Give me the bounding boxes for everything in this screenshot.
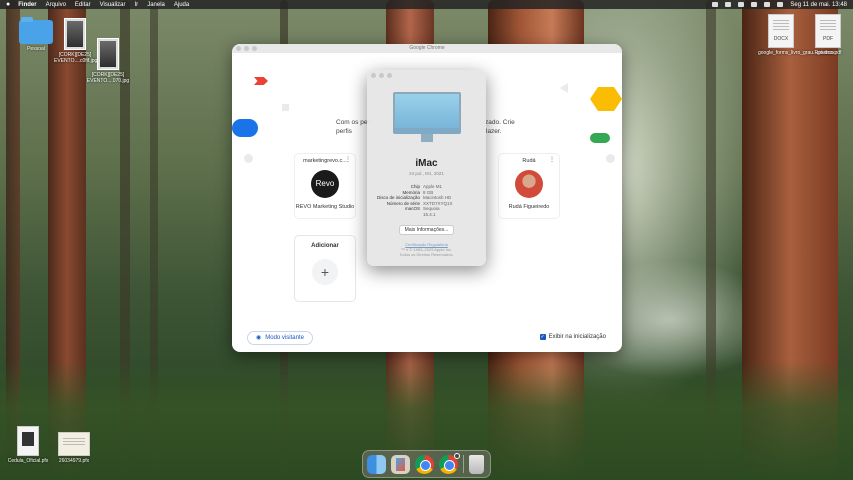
legal-info: Certificação Regulatória ™ e © 1983–2025… (367, 242, 486, 257)
plus-icon: + (312, 259, 338, 285)
desktop-icon-label: Pessoal (27, 46, 45, 52)
certificate-file-icon (58, 432, 90, 456)
window-titlebar: Google Chrome (232, 44, 622, 53)
desktop-icon-label: google_forms_livro_grau...go.docx (758, 50, 835, 56)
menu-item-arquivo[interactable]: Arquivo (46, 2, 66, 8)
menu-item-ir[interactable]: Ir (135, 2, 139, 8)
control-center-icon[interactable] (777, 2, 784, 7)
guest-icon: ◉ (256, 334, 262, 341)
pdf-icon: PDF (815, 14, 841, 48)
spec-list: Chip Apple M1 Memória 8 GB Disco de inicia… (367, 184, 486, 218)
chrome-icon[interactable] (439, 452, 460, 474)
desktop-icon-label: Roteiros.pdf (814, 50, 842, 56)
menu-item-janela[interactable]: Janela (147, 2, 165, 8)
about-this-mac-window: iMac 24 pol., M1, 2021 Chip Apple M1 Memó… (367, 70, 486, 266)
zoom-button[interactable] (252, 46, 257, 51)
menu-item-editar[interactable]: Editar (75, 2, 91, 8)
menu-bar: ● Finder Arquivo Editar Visualizar Ir Ja… (0, 0, 853, 9)
decorative-shape (254, 77, 268, 85)
more-options-icon[interactable]: ⋮ (549, 156, 555, 163)
zoom-button[interactable] (387, 73, 392, 78)
profile-card-ruda[interactable]: Rudá ⋮ Rudá Figueiredo (498, 153, 560, 219)
profile-name: Rudá Figueiredo (508, 204, 550, 210)
profile-card-revo[interactable]: marketingrevo.c... ⋮ Revo REVO Marketing… (294, 153, 356, 219)
add-profile-card[interactable]: Adicionar + (294, 235, 356, 302)
window-controls (236, 46, 257, 51)
decorative-shape (606, 154, 615, 163)
profile-avatar: Revo (311, 170, 339, 198)
status-icon[interactable] (712, 2, 719, 7)
close-button[interactable] (236, 46, 241, 51)
menubar-clock[interactable]: Seg 11 de mai. 13:48 (790, 2, 847, 8)
profile-name: REVO Marketing Studio (295, 204, 355, 210)
trash-icon[interactable] (469, 454, 484, 474)
imac-illustration (392, 92, 461, 142)
decorative-shape (590, 87, 622, 111)
menu-item-visualizar[interactable]: Visualizar (100, 2, 126, 8)
guest-mode-label: Modo visitante (265, 334, 304, 341)
certificate-file-icon (17, 426, 39, 456)
show-on-startup-checkbox[interactable]: ✓ (539, 334, 546, 340)
menu-item-ajuda[interactable]: Ajuda (174, 2, 189, 8)
add-profile-label: Adicionar (311, 243, 339, 249)
desktop-icon-label: 26034979.pfx (58, 458, 90, 464)
window-title: Google Chrome (409, 45, 445, 51)
desktop-folder-pessoal[interactable]: Pessoal (14, 17, 58, 52)
more-options-icon[interactable]: ⋮ (345, 156, 351, 163)
profile-subtitle-right: nizado. Crie lazer. (480, 119, 515, 135)
apple-menu-icon[interactable]: ● (6, 1, 10, 8)
minimize-button[interactable] (244, 46, 249, 51)
show-on-startup-option[interactable]: ✓ Exibir na inicialização (539, 334, 606, 340)
folder-icon (19, 17, 53, 44)
minimize-button[interactable] (379, 73, 384, 78)
wifi-icon[interactable] (751, 2, 758, 7)
window-controls (371, 73, 392, 78)
menu-item-finder[interactable]: Finder (18, 2, 36, 8)
finder-icon[interactable] (367, 454, 386, 474)
preview-icon[interactable] (391, 454, 410, 474)
more-info-button[interactable]: Mais Informações... (398, 224, 455, 235)
desktop-file-pfx-2[interactable]: 26034979.pfx (52, 432, 96, 464)
battery-icon[interactable] (725, 2, 732, 7)
decorative-shape (560, 83, 568, 93)
document-icon: DOCX (768, 14, 794, 48)
desktop-file-docx[interactable]: DOCX google_forms_livro_grau...go.docx (758, 14, 835, 56)
show-on-startup-label: Exibir na inicialização (548, 334, 606, 340)
mac-model: iMac (415, 158, 438, 169)
app-badge (454, 452, 460, 459)
desktop-icon-label: [CORK][DE25] EVENTO....070.jpg (86, 72, 130, 84)
guest-mode-button[interactable]: ◉ Modo visitante (247, 331, 313, 345)
chrome-icon[interactable] (415, 454, 434, 474)
desktop-file-pfx-1[interactable]: Cedula_Oficial.pfx (6, 426, 50, 464)
image-thumbnail-icon (97, 38, 119, 70)
desktop-file-pdf[interactable]: PDF Roteiros.pdf (808, 14, 848, 56)
decorative-shape (282, 104, 289, 111)
decorative-shape (232, 119, 258, 137)
desktop-icon-label: Cedula_Oficial.pfx (7, 458, 49, 464)
bluetooth-icon[interactable] (738, 2, 745, 7)
dock-separator (463, 455, 464, 473)
decorative-shape (590, 133, 610, 143)
dock (362, 450, 491, 478)
mac-model-year: 24 pol., M1, 2021 (409, 171, 444, 176)
spec-row: 15.4.1 (423, 211, 436, 217)
close-button[interactable] (371, 73, 376, 78)
desktop-file-image-2[interactable]: [CORK][DE25] EVENTO....070.jpg (86, 38, 130, 84)
search-icon[interactable] (764, 2, 771, 7)
decorative-shape (244, 154, 253, 163)
image-thumbnail-icon (64, 18, 86, 50)
profile-avatar (515, 170, 543, 198)
